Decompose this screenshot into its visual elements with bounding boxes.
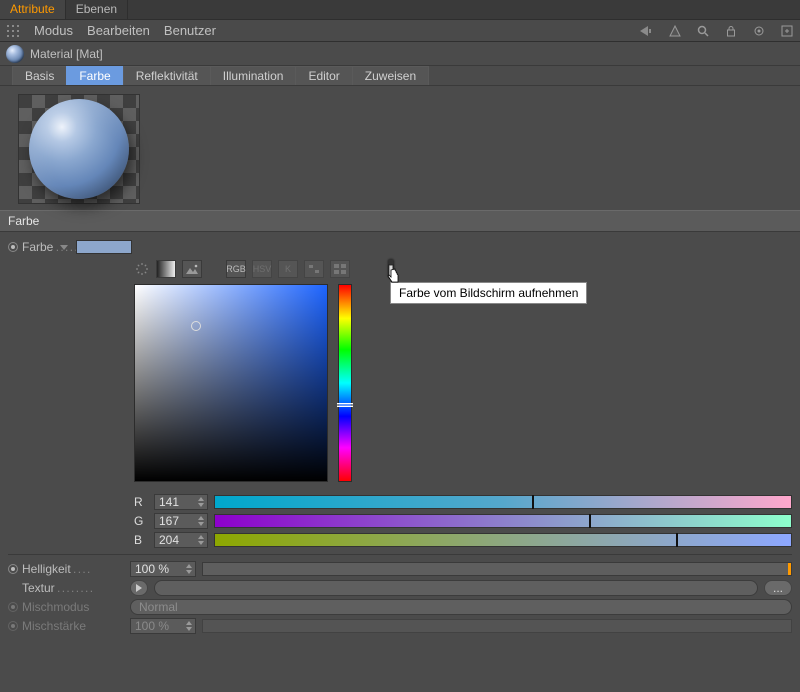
helligkeit-slider[interactable] xyxy=(202,562,792,576)
param-label-mischstaerke: Mischstärke xyxy=(8,619,124,633)
back-icon[interactable] xyxy=(640,24,654,38)
anim-dot-icon[interactable] xyxy=(8,564,18,574)
sv-handle[interactable] xyxy=(191,321,201,331)
swatch-menu-icon[interactable] xyxy=(60,245,68,250)
target-icon[interactable] xyxy=(752,24,766,38)
r-slider-handle[interactable] xyxy=(532,495,534,509)
g-slider-handle[interactable] xyxy=(589,514,591,528)
textur-field[interactable] xyxy=(154,580,758,596)
picture-icon[interactable] xyxy=(182,260,202,278)
param-label-textur: Textur xyxy=(8,581,124,595)
b-slider-handle[interactable] xyxy=(676,533,678,547)
grid-icon[interactable] xyxy=(6,24,20,38)
menu-bearbeiten[interactable]: Bearbeiten xyxy=(87,23,150,38)
tab-editor[interactable]: Editor xyxy=(295,66,352,85)
mischstaerke-slider[interactable] xyxy=(202,619,792,633)
swatches-icon[interactable] xyxy=(330,260,350,278)
cursor-icon xyxy=(386,268,402,289)
anim-dot-icon[interactable] xyxy=(8,242,18,252)
color-swatch[interactable] xyxy=(76,240,132,254)
textur-menu-button[interactable] xyxy=(130,580,148,596)
g-label: G xyxy=(134,514,148,528)
hue-handle[interactable] xyxy=(337,403,353,407)
search-icon[interactable] xyxy=(696,24,710,38)
up-arrow-icon[interactable] xyxy=(668,24,682,38)
eyedropper-tooltip: Farbe vom Bildschirm aufnehmen xyxy=(390,282,587,304)
tab-illumination[interactable]: Illumination xyxy=(210,66,297,85)
param-label-helligkeit: Helligkeit xyxy=(8,562,124,576)
param-label-mischmodus: Mischmodus xyxy=(8,600,124,614)
textur-browse-button[interactable]: ... xyxy=(764,580,792,596)
b-value-field[interactable]: 204 xyxy=(154,532,208,548)
tab-farbe[interactable]: Farbe xyxy=(66,66,123,85)
material-preview[interactable] xyxy=(18,94,140,204)
mischstaerke-field[interactable]: 100 % xyxy=(130,618,196,634)
b-label: B xyxy=(134,533,148,547)
tab-zuweisen[interactable]: Zuweisen xyxy=(352,66,429,85)
kelvin-icon[interactable]: K xyxy=(278,260,298,278)
mischmodus-dropdown[interactable]: Normal xyxy=(130,599,792,615)
panel-tabs: Attribute Ebenen xyxy=(0,0,800,20)
color-mode-toolbar: RGB HSV K Farbe vom Bildschirm aufnehmen xyxy=(134,260,792,278)
tab-reflektivitaet[interactable]: Reflektivität xyxy=(123,66,211,85)
channel-tabs: Basis Farbe Reflektivität Illumination E… xyxy=(0,66,800,86)
mixer-icon[interactable] xyxy=(304,260,324,278)
rgb-mode-button[interactable]: RGB xyxy=(226,260,246,278)
anim-dot-icon[interactable] xyxy=(8,602,18,612)
section-header-farbe: Farbe xyxy=(0,210,800,232)
g-slider[interactable] xyxy=(214,514,792,528)
menu-modus[interactable]: Modus xyxy=(34,23,73,38)
anim-dot-icon[interactable] xyxy=(8,621,18,631)
grayscale-icon[interactable] xyxy=(156,260,176,278)
material-header: Material [Mat] xyxy=(0,42,800,66)
spinner-icon[interactable] xyxy=(134,260,150,278)
hsv-mode-button[interactable]: HSV xyxy=(252,260,272,278)
sv-picker[interactable] xyxy=(134,284,328,482)
g-value-field[interactable]: 167 xyxy=(154,513,208,529)
lock-icon[interactable] xyxy=(724,24,738,38)
menu-benutzer[interactable]: Benutzer xyxy=(164,23,216,38)
r-label: R xyxy=(134,495,148,509)
menubar: Modus Bearbeiten Benutzer xyxy=(0,20,800,42)
r-slider[interactable] xyxy=(214,495,792,509)
new-window-icon[interactable] xyxy=(780,24,794,38)
material-thumb-icon xyxy=(6,45,24,63)
material-name: Material [Mat] xyxy=(30,47,103,61)
tab-ebenen[interactable]: Ebenen xyxy=(66,0,128,19)
b-slider[interactable] xyxy=(214,533,792,547)
preview-area xyxy=(0,86,800,210)
helligkeit-field[interactable]: 100 % xyxy=(130,561,196,577)
tab-attribute[interactable]: Attribute xyxy=(0,0,66,19)
preview-sphere xyxy=(29,99,129,199)
tab-basis[interactable]: Basis xyxy=(12,66,67,85)
hue-slider[interactable] xyxy=(338,284,352,482)
r-value-field[interactable]: 141 xyxy=(154,494,208,510)
